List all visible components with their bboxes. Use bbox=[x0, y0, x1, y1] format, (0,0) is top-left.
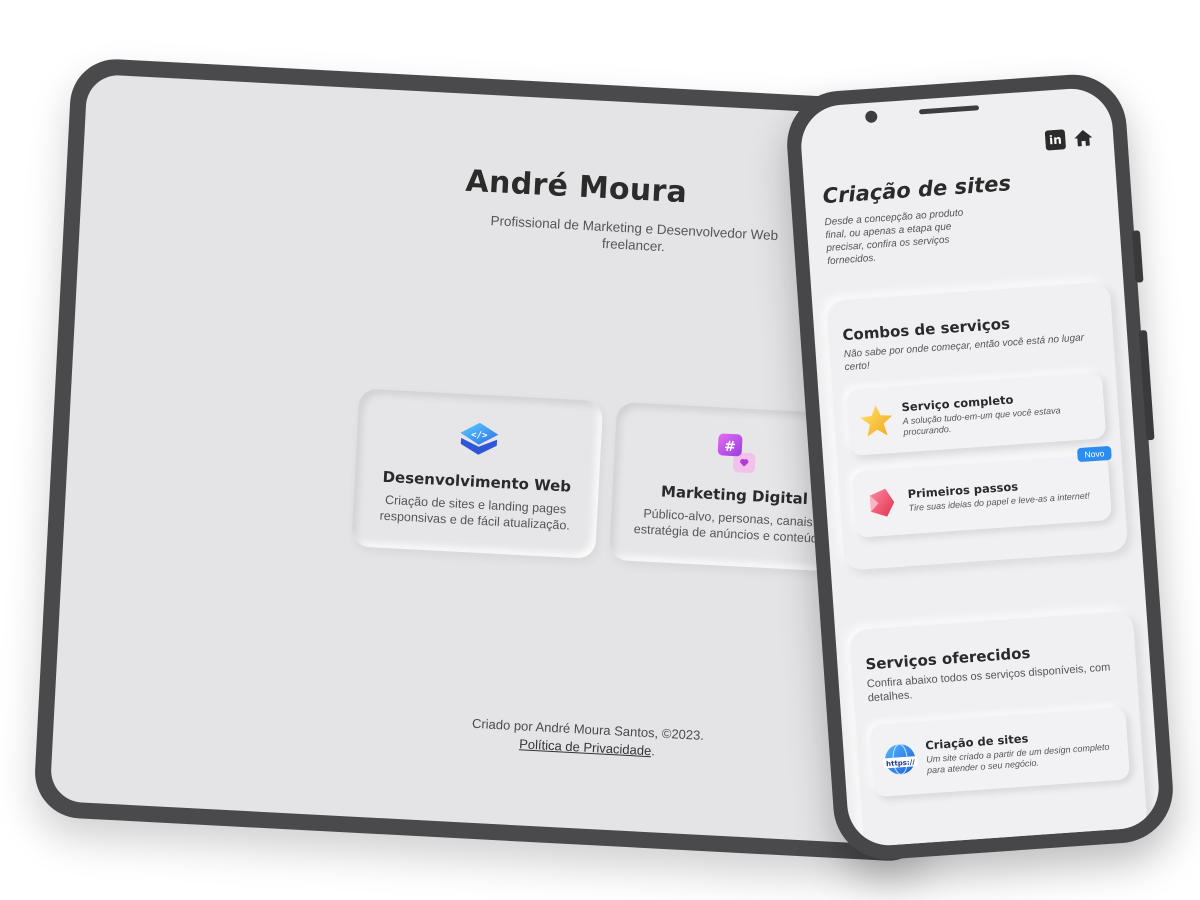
service-cards: </> Desenvolvimento Web Criação de sites… bbox=[351, 388, 861, 573]
site-tagline: Profissional de Marketing e Desenvolvedo… bbox=[490, 213, 779, 255]
page-intro: Desde a concepção ao produto final, ou a… bbox=[824, 207, 964, 268]
phone-device: in Criação de sites Desde a concepção ao… bbox=[783, 71, 1177, 863]
page-title: Criação de sites bbox=[821, 171, 1012, 209]
card-web-development[interactable]: </> Desenvolvimento Web Criação de sites… bbox=[351, 388, 604, 560]
mockup-stage: André Moura Profissional de Marketing e … bbox=[0, 0, 1200, 900]
earpiece-speaker bbox=[918, 105, 980, 115]
phone-header-icons: in bbox=[1044, 127, 1094, 151]
star-icon bbox=[860, 405, 893, 437]
combo-first-steps[interactable]: Novo Primeiros passos Tire suas ideias d… bbox=[852, 445, 1113, 538]
service-site-creation[interactable]: https:// Criação de sites Um site criado… bbox=[869, 707, 1131, 798]
svg-text:#: # bbox=[724, 439, 737, 456]
hashtag-chat-icon: # bbox=[717, 433, 756, 473]
footer-period: . bbox=[650, 743, 656, 759]
tablet-footer: Criado por André Moura Santos, ©2023. Po… bbox=[53, 693, 922, 774]
home-icon[interactable] bbox=[1073, 127, 1094, 148]
combos-section: Combos de serviços Não sabe por onde com… bbox=[826, 281, 1129, 571]
bookmark-pages-icon bbox=[869, 488, 895, 517]
card-description: Criação de sites e landing pages respons… bbox=[379, 492, 571, 533]
linkedin-icon[interactable]: in bbox=[1044, 129, 1067, 151]
phone-volume-button bbox=[1131, 230, 1144, 283]
combo-full-service[interactable]: Serviço completo A solução tudo-em-um qu… bbox=[846, 372, 1107, 456]
layers-code-icon: </> bbox=[460, 422, 499, 455]
new-badge: Novo bbox=[1077, 445, 1112, 463]
services-section: Serviços oferecidos Confira abaixo todos… bbox=[849, 610, 1148, 848]
front-camera bbox=[864, 110, 878, 124]
phone-power-button bbox=[1138, 330, 1155, 441]
phone-screen: in Criação de sites Desde a concepção ao… bbox=[798, 86, 1162, 848]
svg-text:</>: </> bbox=[471, 430, 488, 441]
globe-https-icon: https:// bbox=[883, 743, 918, 775]
